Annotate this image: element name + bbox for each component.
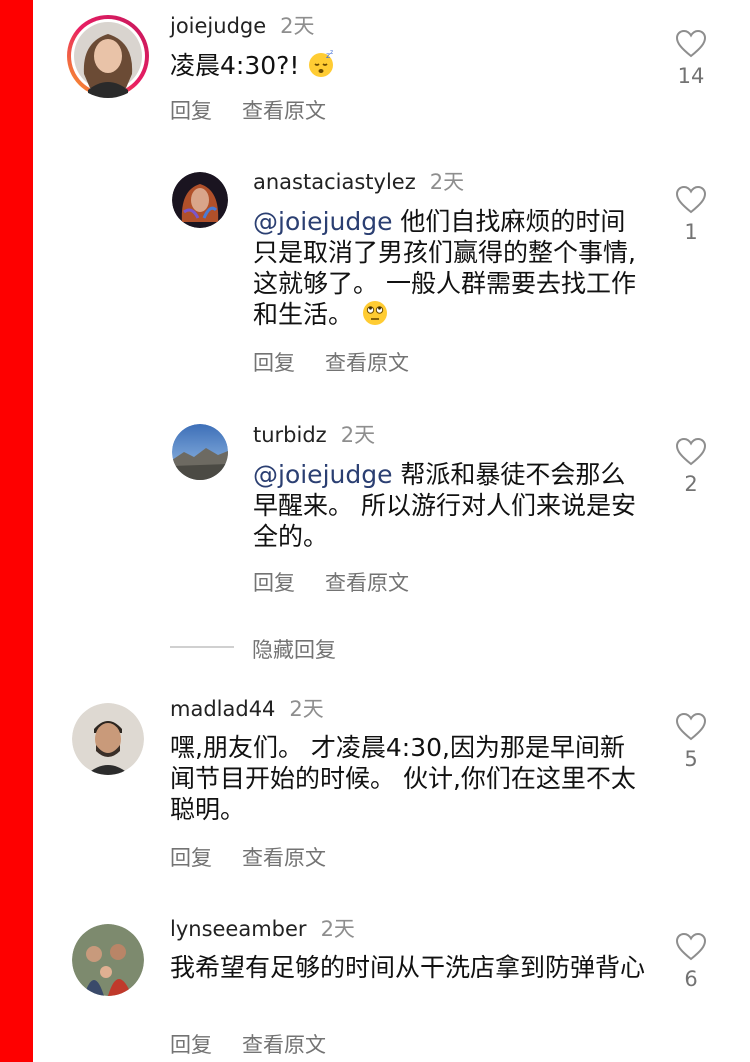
- comment-text: 凌晨4:30?! z z: [170, 50, 334, 80]
- username[interactable]: turbidz: [253, 423, 327, 447]
- timestamp: 2天: [280, 14, 315, 38]
- like-control: 1: [671, 186, 711, 244]
- view-original-button[interactable]: 查看原文: [325, 351, 409, 375]
- like-count: 6: [684, 967, 698, 991]
- reply-button[interactable]: 回复: [170, 1033, 212, 1057]
- reply-button[interactable]: 回复: [253, 571, 295, 595]
- hide-replies-divider: [170, 646, 234, 648]
- like-count: 2: [684, 472, 698, 496]
- username[interactable]: anastaciastylez: [253, 170, 416, 194]
- view-original-button[interactable]: 查看原文: [242, 1033, 326, 1057]
- comment-header: madlad44 2天: [170, 693, 324, 723]
- heart-icon[interactable]: [676, 438, 706, 466]
- avatar-turbidz[interactable]: [172, 424, 228, 480]
- heart-icon[interactable]: [676, 713, 706, 741]
- timestamp: 2天: [340, 423, 376, 447]
- heart-icon[interactable]: [676, 933, 706, 961]
- comment-header: anastaciastylez 2天: [253, 166, 464, 196]
- comment-actions: 回复 查看原文: [170, 842, 356, 872]
- like-control: 14: [671, 30, 711, 88]
- like-control: 6: [671, 933, 711, 991]
- eye-roll-face-icon: [362, 301, 387, 325]
- view-original-button[interactable]: 查看原文: [242, 846, 326, 870]
- comment-text: @joiejudge 他们自找麻烦的时间只是取消了男孩们赢得的整个事情,这就够了…: [253, 207, 636, 329]
- timestamp: 2天: [429, 170, 465, 194]
- mention-link[interactable]: @joiejudge: [253, 207, 392, 236]
- avatar-madlad44[interactable]: [72, 703, 144, 775]
- username[interactable]: madlad44: [170, 697, 275, 721]
- username[interactable]: lynseeamber: [170, 917, 307, 941]
- heart-icon[interactable]: [676, 30, 706, 58]
- comment-text: @joiejudge 帮派和暴徒不会那么早醒来。 所以游行对人们来说是安全的。: [253, 460, 636, 551]
- timestamp: 2天: [320, 917, 355, 941]
- like-count: 1: [684, 220, 698, 244]
- view-original-button[interactable]: 查看原文: [325, 571, 409, 595]
- like-count: 14: [677, 64, 705, 88]
- hide-replies-button[interactable]: 隐藏回复: [252, 634, 336, 664]
- like-control: 2: [671, 438, 711, 496]
- reply-button[interactable]: 回复: [253, 351, 295, 375]
- comment-actions: 回复 查看原文: [170, 95, 356, 125]
- comment-actions: 回复 查看原文: [253, 347, 439, 377]
- avatar-lynseeamber[interactable]: [72, 924, 144, 996]
- comment-header: turbidz 2天: [253, 419, 375, 449]
- left-edge-bar: [0, 0, 33, 1062]
- username[interactable]: joiejudge: [170, 14, 266, 38]
- avatar-joiejudge[interactable]: [66, 14, 150, 98]
- avatar-anastaciastylez[interactable]: [172, 172, 228, 228]
- heart-icon[interactable]: [676, 186, 706, 214]
- reply-button[interactable]: 回复: [170, 99, 212, 123]
- comment-actions: 回复 查看原文: [253, 567, 439, 597]
- comment-text: 我希望有足够的时间从干洗店拿到防弹背心: [170, 953, 646, 982]
- sleeping-face-icon: z z: [309, 50, 334, 77]
- reply-button[interactable]: 回复: [170, 846, 212, 870]
- comment-text: 嘿,朋友们。 才凌晨4:30,因为那是早间新闻节目开始的时候。 伙计,你们在这里…: [170, 733, 636, 824]
- like-count: 5: [684, 747, 698, 771]
- comment-header: lynseeamber 2天: [170, 913, 355, 943]
- svg-text:z: z: [330, 50, 333, 56]
- comment-header: joiejudge 2天: [170, 10, 315, 40]
- comment-actions: 回复 查看原文: [170, 1029, 356, 1059]
- like-control: 5: [671, 713, 711, 771]
- timestamp: 2天: [289, 697, 324, 721]
- mention-link[interactable]: @joiejudge: [253, 460, 392, 489]
- view-original-button[interactable]: 查看原文: [242, 99, 326, 123]
